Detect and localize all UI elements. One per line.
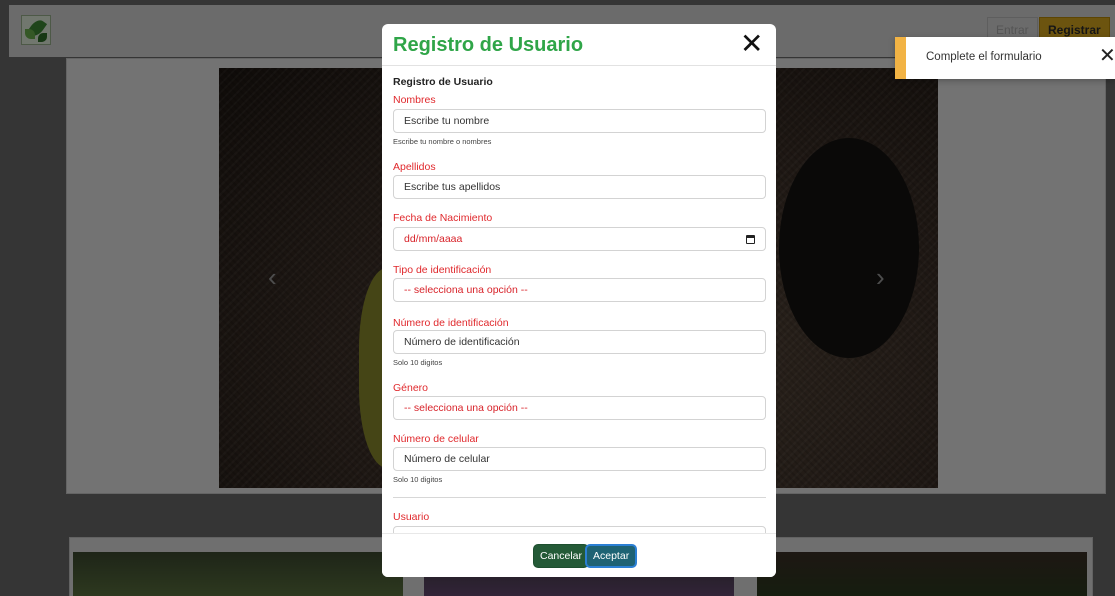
tipo-id-value: -- selecciona una opción -- — [404, 284, 528, 296]
accept-button[interactable]: Aceptar — [585, 544, 638, 568]
genero-value: -- selecciona una opción -- — [404, 402, 528, 414]
celular-input[interactable]: Número de celular — [393, 447, 766, 471]
fecha-value: dd/mm/aaaa — [404, 233, 463, 245]
registration-modal: Registro de Usuario ✕ Registro de Usuari… — [382, 24, 776, 577]
nombres-placeholder: Escribe tu nombre — [404, 115, 490, 127]
modal-title: Registro de Usuario — [393, 34, 584, 56]
usuario-input[interactable] — [393, 526, 766, 533]
celular-label: Número de celular — [393, 433, 479, 445]
form-heading: Registro de Usuario — [393, 76, 493, 88]
fecha-label: Fecha de Nacimiento — [393, 212, 493, 224]
nombres-label: Nombres — [393, 94, 436, 106]
celular-help: Solo 10 digitos — [393, 475, 443, 484]
fecha-nacimiento-input[interactable]: dd/mm/aaaa — [393, 227, 766, 251]
close-icon[interactable]: ✕ — [1099, 46, 1115, 66]
calendar-icon[interactable] — [746, 235, 755, 244]
genero-select[interactable]: -- selecciona una opción -- — [393, 396, 766, 420]
numero-id-placeholder: Número de identificación — [404, 336, 520, 348]
nombres-help: Escribe tu nombre o nombres — [393, 137, 492, 146]
toast-notification: Complete el formulario ✕ — [895, 37, 1115, 79]
nombres-input[interactable]: Escribe tu nombre — [393, 109, 766, 133]
apellidos-input[interactable]: Escribe tus apellidos — [393, 175, 766, 199]
numero-identificacion-input[interactable]: Número de identificación — [393, 330, 766, 354]
tipo-identificacion-select[interactable]: -- selecciona una opción -- — [393, 278, 766, 302]
apellidos-label: Apellidos — [393, 161, 436, 173]
toast-message: Complete el formulario — [926, 51, 1042, 63]
apellidos-placeholder: Escribe tus apellidos — [404, 181, 501, 193]
cancel-button[interactable]: Cancelar — [533, 544, 590, 568]
tipo-id-label: Tipo de identificación — [393, 264, 492, 276]
celular-placeholder: Número de celular — [404, 453, 490, 465]
numero-id-help: Solo 10 digitos — [393, 358, 443, 367]
section-divider — [393, 497, 766, 498]
close-icon[interactable]: ✕ — [740, 30, 763, 58]
modal-footer: Cancelar Aceptar — [382, 533, 776, 577]
usuario-label: Usuario — [393, 511, 430, 523]
numero-id-label: Número de identificación — [393, 317, 509, 329]
genero-label: Género — [393, 382, 429, 394]
modal-body[interactable]: Registro de Usuario Nombres Escribe tu n… — [382, 67, 776, 533]
modal-header: Registro de Usuario ✕ — [382, 24, 776, 66]
